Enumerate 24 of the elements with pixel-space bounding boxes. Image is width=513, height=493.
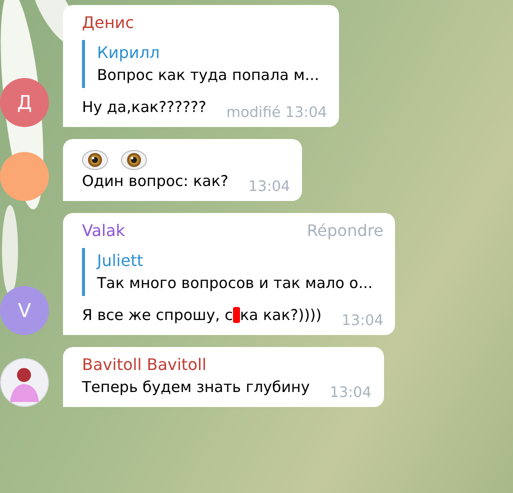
message-text: Ну да,как?????? bbox=[82, 97, 206, 118]
message-text: Я все же спрошу, с bbox=[82, 306, 233, 324]
message-time: 13:04 bbox=[247, 178, 290, 197]
message-text: Теперь будем знать глубину bbox=[82, 377, 310, 398]
sender-name: Bavitoll Bavitoll bbox=[82, 354, 206, 376]
sender-name: Денис bbox=[82, 12, 134, 34]
message-time: 13:04 bbox=[328, 384, 372, 403]
quoted-text: Вопрос как туда попала м... bbox=[97, 65, 320, 86]
avatar-silhouette bbox=[0, 358, 49, 407]
quoted-text: Так много вопросов и так мало о... bbox=[97, 273, 374, 294]
quoted-author: Juliett bbox=[97, 250, 144, 272]
avatar: V bbox=[0, 286, 49, 335]
message-time: modifié 13:04 bbox=[225, 104, 328, 123]
sender-name: Valak bbox=[82, 220, 126, 242]
eye-icon bbox=[121, 150, 147, 170]
message-text: ка как?)))) bbox=[240, 306, 322, 324]
message-time: 13:04 bbox=[340, 312, 384, 331]
quoted-reply[interactable]: Juliett Так много вопросов и так мало о... bbox=[82, 248, 384, 296]
quoted-author: Кирилл bbox=[97, 42, 161, 64]
redaction-mark bbox=[232, 307, 240, 323]
message-text: Один вопрос: как? bbox=[82, 171, 228, 192]
avatar: Д bbox=[0, 78, 49, 127]
eye-icon bbox=[82, 150, 108, 170]
quoted-reply[interactable]: Кирилл Вопрос как туда попала м... bbox=[82, 40, 328, 88]
